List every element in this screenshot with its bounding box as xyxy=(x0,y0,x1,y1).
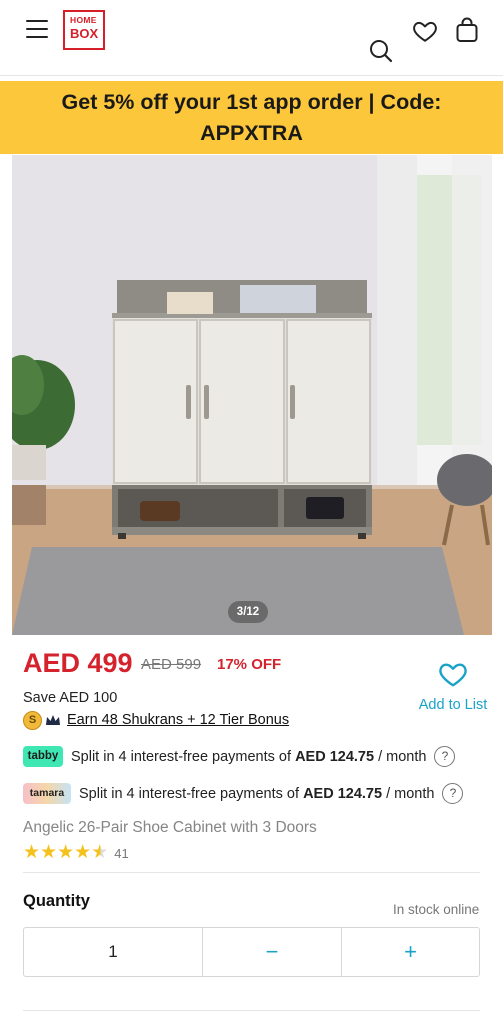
decrease-quantity-button[interactable]: − xyxy=(203,928,342,976)
original-price: AED 599 xyxy=(141,656,202,673)
tabby-amount: AED 124.75 xyxy=(295,748,375,765)
homebox-logo[interactable]: HOME BOX xyxy=(63,10,105,50)
crown-icon xyxy=(46,715,60,725)
heart-outline-icon xyxy=(439,663,467,687)
tamara-help-icon[interactable]: ? xyxy=(442,783,464,804)
bag-icon[interactable] xyxy=(454,16,480,44)
product-title: Angelic 26-Pair Shoe Cabinet with 3 Door… xyxy=(23,819,317,836)
star-icon: ★ xyxy=(74,842,92,863)
add-to-list-button[interactable]: Add to List xyxy=(410,660,496,713)
tamara-text-suffix: / month xyxy=(382,785,435,802)
shoe-cabinet-illustration xyxy=(12,155,492,635)
current-price: AED 499 xyxy=(23,648,133,678)
logo-line2: BOX xyxy=(70,25,99,41)
rating-stars[interactable]: ★ ★ ★ ★ ★ 41 xyxy=(23,843,129,863)
heart-icon[interactable] xyxy=(412,18,438,44)
star-icon: ★ xyxy=(23,842,41,863)
menu-icon[interactable] xyxy=(26,20,48,38)
top-header: HOME BOX xyxy=(0,0,503,76)
promo-code: APPXTRA xyxy=(200,121,303,145)
increase-quantity-button[interactable]: + xyxy=(342,928,479,976)
promo-line1: Get 5% off your 1st app order | Code: xyxy=(61,90,442,114)
quantity-value[interactable]: 1 xyxy=(24,928,203,976)
tabby-text: Split in 4 interest-free payments of AED… xyxy=(71,749,426,765)
product-image[interactable] xyxy=(12,155,492,635)
image-counter: 3/12 xyxy=(228,601,268,623)
tamara-text-prefix: Split in 4 interest-free payments of xyxy=(79,785,304,802)
tamara-logo: tamara xyxy=(23,783,71,804)
stock-status: In stock online xyxy=(393,902,480,917)
savings-text: Save AED 100 xyxy=(23,690,118,706)
divider xyxy=(23,872,480,873)
divider xyxy=(23,1010,480,1011)
tamara-amount: AED 124.75 xyxy=(303,785,383,802)
tamara-row: tamara Split in 4 interest-free payments… xyxy=(23,783,464,804)
quantity-label: Quantity xyxy=(23,892,90,910)
tabby-text-prefix: Split in 4 interest-free payments of xyxy=(71,748,296,765)
star-icon: ★ xyxy=(40,842,58,863)
review-count: 41 xyxy=(114,845,129,861)
shukran-earn-link[interactable]: Earn 48 Shukrans + 12 Tier Bonus xyxy=(67,712,289,728)
tabby-row: tabby Split in 4 interest-free payments … xyxy=(23,746,456,767)
tabby-logo: tabby xyxy=(23,746,63,767)
promo-banner[interactable]: Get 5% off your 1st app order | Code: AP… xyxy=(0,81,503,154)
shukran-coin-icon: S xyxy=(23,710,42,730)
star-half-icon: ★ xyxy=(91,842,109,863)
quantity-stepper: 1 − + xyxy=(23,927,480,977)
tabby-text-suffix: / month xyxy=(374,748,427,765)
discount-badge: 17% OFF xyxy=(217,656,282,673)
tabby-help-icon[interactable]: ? xyxy=(434,746,456,767)
search-icon[interactable] xyxy=(368,38,394,64)
tamara-text: Split in 4 interest-free payments of AED… xyxy=(79,786,434,802)
star-icon: ★ xyxy=(57,842,75,863)
shukran-row: S Earn 48 Shukrans + 12 Tier Bonus xyxy=(23,709,289,731)
logo-line1: HOME xyxy=(70,15,97,25)
add-to-list-label: Add to List xyxy=(418,697,488,713)
